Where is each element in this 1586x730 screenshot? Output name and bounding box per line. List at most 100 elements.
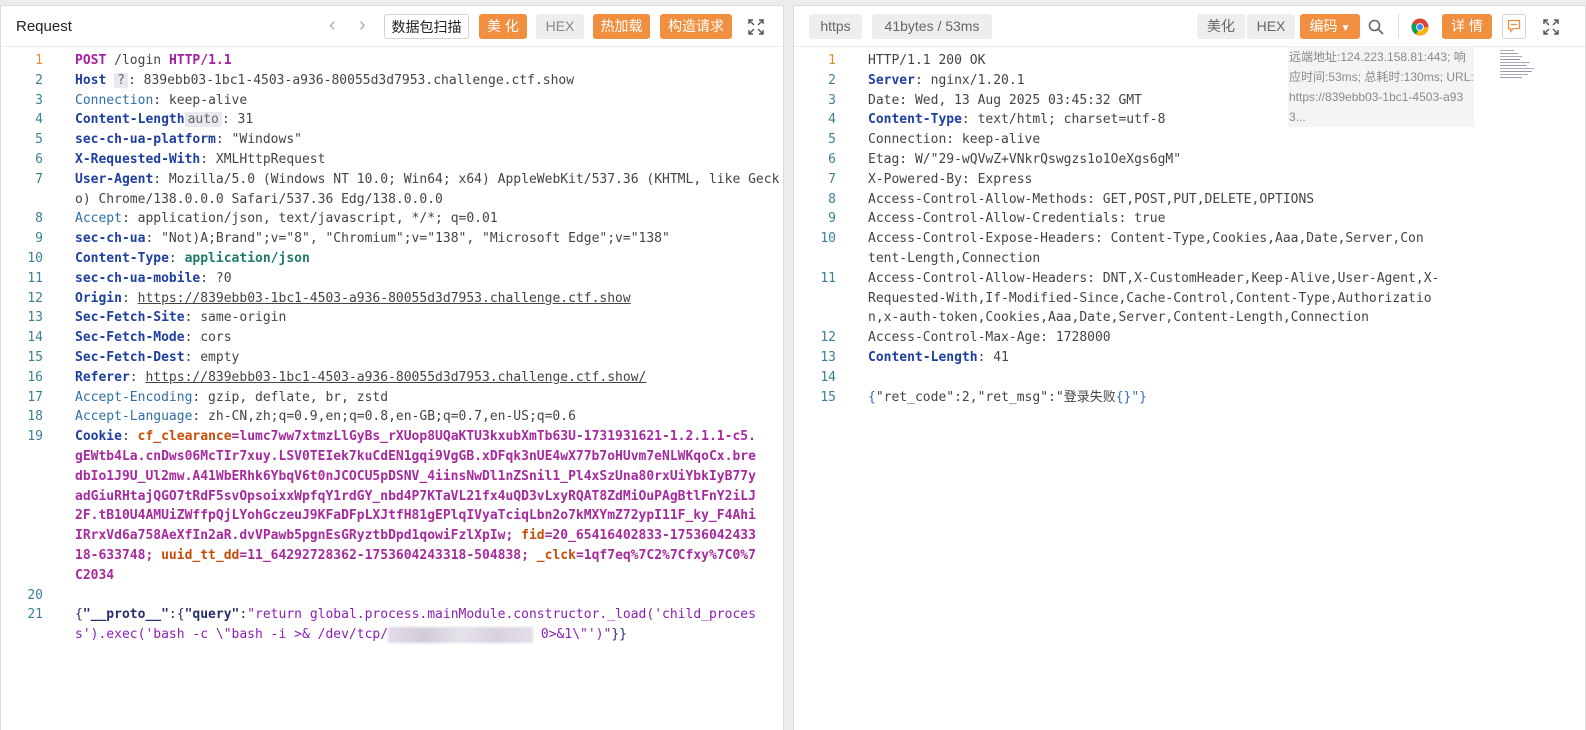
hot-load-button[interactable]: 热加载 bbox=[593, 14, 650, 39]
response-toolbar: https 41bytes / 53ms 美化 HEX 编码 ▼ 详 情 bbox=[794, 6, 1585, 47]
code-line: 11 Access-Control-Allow-Headers: DNT,X-Cu… bbox=[794, 269, 1585, 328]
cookie-key: fid bbox=[521, 528, 545, 544]
referer-link[interactable]: https://839ebb03-1bc1-4503-a936-80055d3d… bbox=[145, 370, 646, 385]
next-arrow-icon[interactable]: › bbox=[359, 15, 366, 35]
header-name: Server bbox=[868, 72, 915, 88]
cookie-key: cf_clearance bbox=[137, 429, 232, 445]
code-line: 14 Sec-Fetch-Mode: cors bbox=[1, 328, 783, 348]
origin-link[interactable]: https://839ebb03-1bc1-4503-a936-80055d3d… bbox=[138, 291, 631, 306]
response-panel: https 41bytes / 53ms 美化 HEX 编码 ▼ 详 情 1 HTT… bbox=[793, 5, 1586, 730]
code-line: 5 sec-ch-ua-platform: "Windows" bbox=[1, 130, 783, 150]
line-number: 5 bbox=[828, 132, 836, 148]
packet-scan-button[interactable]: 数据包扫描 bbox=[384, 14, 469, 39]
search-icon[interactable] bbox=[1364, 14, 1388, 39]
hex-button[interactable]: HEX bbox=[536, 14, 584, 39]
minimap[interactable] bbox=[1500, 49, 1570, 85]
construct-request-button[interactable]: 构造请求 bbox=[660, 14, 732, 39]
line-number: 4 bbox=[828, 112, 836, 128]
header-value: : "Windows" bbox=[215, 132, 302, 148]
code-line: 17 Accept-Encoding: gzip, deflate, br, zs… bbox=[1, 388, 783, 408]
code-line: 12 Access-Control-Max-Age: 1728000 bbox=[794, 328, 1585, 348]
header-line: Etag: W/"29-wQVwZ+VNkrQswgzs1o1OeXgs6gM" bbox=[868, 151, 1182, 167]
code-line: 18 Accept-Language: zh-CN,zh;q=0.9,en;q=0… bbox=[1, 407, 783, 427]
request-path: /login bbox=[106, 53, 169, 68]
line-number: 13 bbox=[27, 310, 43, 326]
json-value: :2, bbox=[954, 389, 978, 405]
chevron-down-icon: ▼ bbox=[1340, 23, 1351, 34]
header-name: X-Requested-With bbox=[75, 151, 201, 167]
header-line: Connection: keep-alive bbox=[868, 132, 1041, 148]
request-editor[interactable]: 1 POST /login HTTP/1.1 2 Host ?: 839ebb03-… bbox=[1, 47, 783, 730]
code-line: 3 Connection: keep-alive bbox=[1, 91, 783, 111]
header-value: : empty bbox=[184, 349, 240, 365]
json-punct: { bbox=[868, 389, 876, 405]
line-number: 7 bbox=[828, 171, 836, 187]
response-editor[interactable]: 1 HTTP/1.1 200 OK 2 Server: nginx/1.20.1 3… bbox=[794, 47, 1585, 730]
code-line: 6 X-Requested-With: XMLHttpRequest bbox=[1, 150, 783, 170]
header-value: : zh-CN,zh;q=0.9,en;q=0.8,en-GB;q=0.7,en… bbox=[192, 409, 576, 425]
hex-button[interactable]: HEX bbox=[1247, 14, 1295, 39]
line-number: 1 bbox=[35, 53, 43, 68]
remote-info-box: 远端地址:124.223.158.81:443; 响应时间:53ms; 总耗时:… bbox=[1288, 47, 1474, 127]
code-line: 10 Content-Type: application/json bbox=[1, 249, 783, 269]
line-number: 11 bbox=[820, 270, 836, 286]
line-number: 10 bbox=[820, 231, 836, 247]
header-name: Content-Type bbox=[75, 250, 169, 266]
header-line: X-Powered-By: Express bbox=[868, 171, 1033, 187]
comment-icon[interactable] bbox=[1502, 14, 1526, 39]
line-number: 14 bbox=[820, 369, 836, 385]
fullscreen-icon[interactable] bbox=[744, 14, 768, 39]
json-key: "__proto__" bbox=[82, 607, 169, 623]
line-number: 9 bbox=[828, 211, 836, 227]
cookie-value: =11_64292728362-1753604243318-504838; bbox=[239, 547, 537, 563]
header-value: : keep-alive bbox=[153, 92, 248, 108]
cookie-value: =lumc7ww7xtmzLlGyBs_rXUop8UQaKTU3kxubXmT… bbox=[75, 429, 756, 544]
redacted-ip bbox=[388, 626, 534, 643]
header-value: : nginx/1.20.1 bbox=[914, 72, 1025, 88]
code-line: 8 Accept: application/json, text/javascri… bbox=[1, 209, 783, 229]
header-value: : 839ebb03-1bc1-4503-a936-80055d3d7953.c… bbox=[127, 72, 575, 88]
header-value: application/json bbox=[184, 250, 310, 266]
json-key: "ret_msg" bbox=[977, 389, 1049, 405]
help-hint-badge[interactable]: ? bbox=[114, 72, 128, 88]
header-line: Access-Control-Allow-Headers: DNT,X-Cust… bbox=[868, 270, 1440, 326]
header-value: : ?0 bbox=[200, 270, 232, 286]
code-line: 7 X-Powered-By: Express bbox=[794, 170, 1585, 190]
json-key: "ret_code" bbox=[875, 389, 955, 405]
json-punct: { bbox=[75, 607, 83, 623]
code-line: 16 Referer: https://839ebb03-1bc1-4503-a9… bbox=[1, 368, 783, 388]
header-value: : text/html; charset=utf-8 bbox=[961, 112, 1166, 128]
header-line: Date: Wed, 13 Aug 2025 03:45:32 GMT bbox=[868, 92, 1142, 108]
code-line: 2 Host ?: 839ebb03-1bc1-4503-a936-80055d3… bbox=[1, 71, 783, 91]
header-name: Accept-Language bbox=[75, 409, 193, 425]
response-size-badge: 41bytes / 53ms bbox=[872, 14, 992, 39]
header-line: Access-Control-Expose-Headers: Content-T… bbox=[868, 231, 1424, 266]
detail-button[interactable]: 详 情 bbox=[1442, 14, 1492, 39]
header-value: : XMLHttpRequest bbox=[200, 151, 326, 167]
chrome-icon[interactable] bbox=[1408, 14, 1432, 39]
fullscreen-icon[interactable] bbox=[1539, 14, 1563, 39]
auto-length-badge[interactable]: auto bbox=[184, 112, 222, 128]
header-name: Content-Length bbox=[868, 349, 978, 365]
header-name: Sec-Fetch-Dest bbox=[75, 349, 185, 365]
line-number: 15 bbox=[820, 389, 836, 405]
encode-dropdown[interactable]: 编码 ▼ bbox=[1300, 14, 1360, 39]
prev-arrow-icon[interactable]: ‹ bbox=[329, 15, 336, 35]
header-name: sec-ch-ua-platform bbox=[75, 132, 216, 148]
beautify-button[interactable]: 美 化 bbox=[479, 14, 527, 39]
code-line: 9 sec-ch-ua: "Not)A;Brand";v="8", "Chromi… bbox=[1, 229, 783, 249]
header-separator: : bbox=[129, 369, 146, 385]
line-number: 16 bbox=[27, 369, 43, 385]
header-value: : application/json, text/javascript, */*… bbox=[121, 211, 498, 227]
header-line: Access-Control-Max-Age: 1728000 bbox=[868, 330, 1111, 346]
json-key: "query" bbox=[184, 607, 240, 623]
header-name: Origin bbox=[75, 290, 122, 306]
json-value: :"登录失败 bbox=[1048, 389, 1116, 405]
line-number: 10 bbox=[27, 250, 43, 266]
request-method: POST bbox=[75, 53, 107, 68]
beautify-button[interactable]: 美化 bbox=[1197, 14, 1245, 39]
json-string: 0>&1\"')" bbox=[533, 627, 612, 643]
status-line: HTTP/1.1 200 OK bbox=[868, 53, 986, 68]
header-value: : gzip, deflate, br, zstd bbox=[192, 389, 389, 405]
header-name: Referer bbox=[75, 369, 130, 385]
